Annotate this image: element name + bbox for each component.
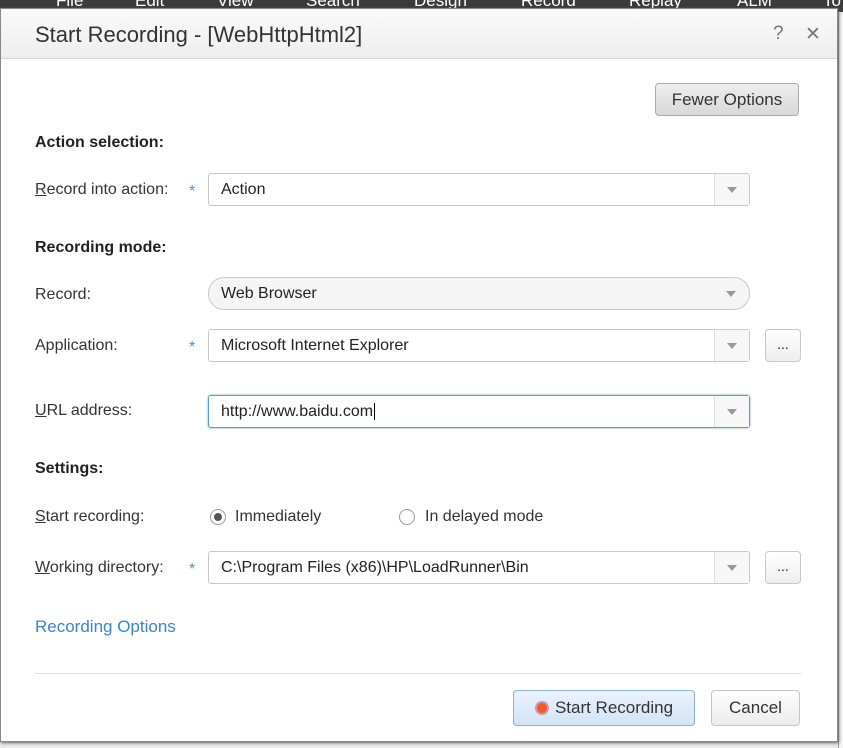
settings-heading: Settings: bbox=[35, 460, 104, 477]
start-recording-label: Start Recording bbox=[554, 698, 674, 717]
divider bbox=[35, 673, 801, 674]
close-icon[interactable]: ✕ bbox=[805, 23, 821, 46]
combo-value: http://www.baidu.com bbox=[221, 403, 374, 420]
recording-mode-heading: Recording mode: bbox=[35, 239, 167, 256]
delayed-mode-radio[interactable] bbox=[399, 509, 415, 525]
browse-directory-button[interactable]: ... bbox=[765, 551, 801, 584]
chevron-down-icon[interactable] bbox=[714, 552, 749, 583]
working-directory-combo[interactable]: C:\Program Files (x86)\HP\LoadRunner\Bin bbox=[208, 551, 750, 584]
action-selection-heading: Action selection: bbox=[35, 134, 164, 151]
title-bar: Start Recording - [WebHttpHtml2] ? ✕ bbox=[1, 9, 837, 59]
text-cursor bbox=[374, 403, 376, 420]
chevron-down-icon[interactable] bbox=[714, 174, 749, 205]
required-marker: * bbox=[189, 561, 196, 578]
browse-application-button[interactable]: ... bbox=[765, 329, 801, 362]
select-value: Web Browser bbox=[221, 285, 317, 302]
delayed-mode-label[interactable]: In delayed mode bbox=[425, 508, 543, 526]
working-directory-label: Working directory: bbox=[35, 559, 164, 576]
immediately-radio[interactable] bbox=[210, 509, 226, 525]
required-marker: * bbox=[189, 339, 196, 356]
combo-value: C:\Program Files (x86)\HP\LoadRunner\Bin bbox=[221, 559, 529, 576]
url-address-label: URL address: bbox=[35, 402, 133, 419]
chevron-down-icon[interactable] bbox=[714, 330, 749, 361]
recording-options-link[interactable]: Recording Options bbox=[35, 617, 176, 637]
url-address-combo[interactable]: http://www.baidu.com bbox=[208, 395, 750, 428]
start-recording-label: Start recording: bbox=[35, 508, 145, 525]
record-type-select[interactable]: Web Browser bbox=[208, 277, 750, 310]
combo-value: Microsoft Internet Explorer bbox=[221, 337, 409, 354]
fewer-options-button[interactable]: Fewer Options bbox=[655, 83, 799, 116]
start-recording-button[interactable]: Start Recording bbox=[513, 690, 695, 726]
cancel-button[interactable]: Cancel bbox=[711, 690, 800, 726]
required-marker: * bbox=[189, 183, 196, 200]
chevron-down-icon[interactable] bbox=[714, 396, 749, 427]
record-label: Record: bbox=[35, 286, 92, 303]
immediately-label[interactable]: Immediately bbox=[235, 508, 321, 526]
help-icon[interactable]: ? bbox=[773, 23, 784, 45]
dialog-title: Start Recording - [WebHttpHtml2] bbox=[35, 22, 363, 47]
chevron-down-icon bbox=[714, 278, 749, 309]
record-into-action-combo[interactable]: Action bbox=[208, 173, 750, 206]
start-recording-dialog: Start Recording - [WebHttpHtml2] ? ✕ Few… bbox=[0, 8, 838, 742]
application-label: Application: bbox=[35, 337, 118, 354]
background-panel bbox=[838, 12, 843, 748]
record-into-action-label: Record into action: bbox=[35, 181, 169, 198]
record-icon bbox=[534, 701, 549, 715]
combo-value: Action bbox=[221, 181, 266, 198]
application-combo[interactable]: Microsoft Internet Explorer bbox=[208, 329, 750, 362]
